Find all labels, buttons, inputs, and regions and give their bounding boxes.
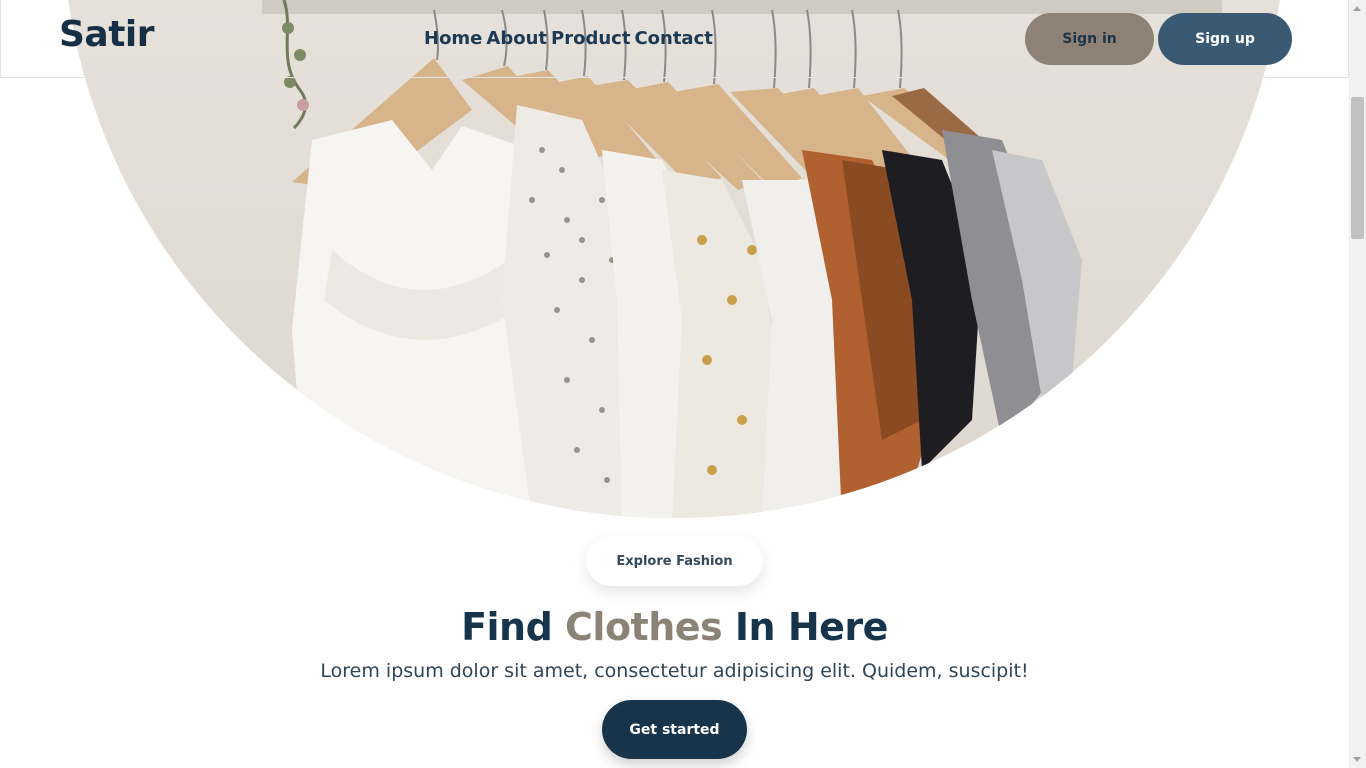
sign-in-button[interactable]: Sign in: [1025, 13, 1154, 65]
hero-title-accent: Clothes: [565, 605, 723, 649]
nav-link-contact[interactable]: Contact: [634, 28, 715, 49]
nav-links: Home About Product Contact: [424, 28, 716, 49]
hero-title-part1: Find: [461, 605, 566, 649]
navbar: Satir Home About Product Contact Sign in…: [0, 0, 1349, 78]
hero-title: Find Clothes In Here: [0, 605, 1349, 649]
nav-link-product[interactable]: Product: [551, 28, 633, 49]
logo[interactable]: Satir: [59, 14, 155, 55]
scroll-down-arrow-icon[interactable]: [1353, 757, 1361, 762]
sign-up-button[interactable]: Sign up: [1158, 13, 1292, 65]
explore-fashion-badge[interactable]: Explore Fashion: [586, 536, 763, 586]
hero-subtitle: Lorem ipsum dolor sit amet, consectetur …: [320, 660, 1029, 682]
scroll-up-arrow-icon[interactable]: [1353, 6, 1361, 11]
nav-link-home[interactable]: Home: [424, 28, 485, 49]
nav-link-about[interactable]: About: [486, 28, 550, 49]
scrollbar-thumb[interactable]: [1351, 97, 1364, 239]
get-started-button[interactable]: Get started: [602, 700, 747, 759]
hero-title-part2: In Here: [722, 605, 889, 649]
vertical-scrollbar[interactable]: [1349, 0, 1366, 768]
